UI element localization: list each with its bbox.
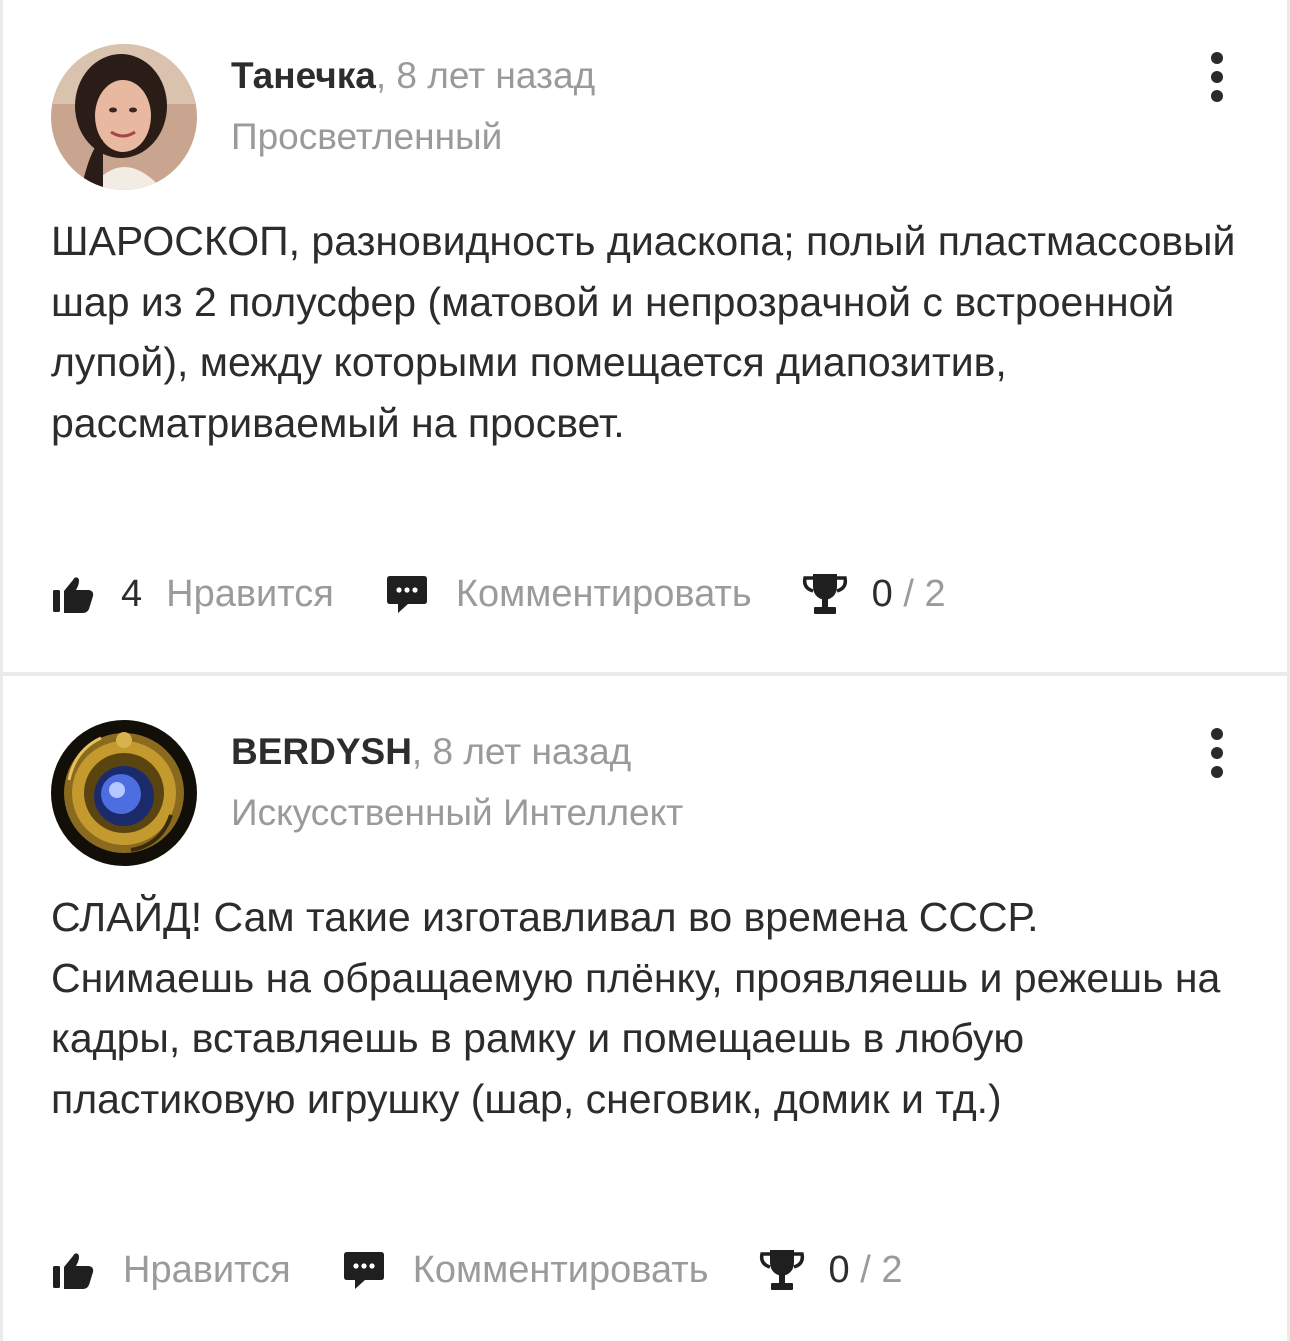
comment-label: Комментировать — [455, 572, 752, 615]
comment-bubble-icon — [386, 574, 428, 614]
comment-button[interactable]: Комментировать — [386, 573, 752, 616]
author-name[interactable]: Танечка — [231, 55, 376, 96]
answer-card: BERDYSH, 8 лет назад Искусственный Интел… — [3, 676, 1287, 1341]
author-meta: BERDYSH, 8 лет назад Искусственный Интел… — [231, 728, 683, 837]
thumbs-up-icon — [51, 1250, 95, 1290]
comment-label: Комментировать — [412, 1248, 709, 1291]
action-bar: 4 Нравится Комментировать 0 / 2 — [51, 566, 946, 622]
award-button[interactable]: 0 / 2 — [757, 1248, 903, 1292]
author-meta: Танечка, 8 лет назад Просветленный — [231, 52, 595, 161]
trophy-icon — [757, 1248, 807, 1292]
answer-text: ШАРОСКОП, разновидность диаскопа; полый … — [51, 218, 1236, 446]
more-vertical-icon[interactable] — [1202, 728, 1232, 778]
post-time: , 8 лет назад — [375, 55, 596, 96]
trophy-icon — [800, 572, 850, 616]
award-button[interactable]: 0 / 2 — [800, 572, 946, 616]
author-rank: Просветленный — [231, 116, 503, 157]
comment-button[interactable]: Комментировать — [343, 1249, 709, 1292]
answer-card: Танечка, 8 лет назад Просветленный ШАРОС… — [3, 0, 1287, 672]
thumbs-up-icon — [51, 574, 95, 614]
comment-bubble-icon — [343, 1250, 385, 1290]
like-button[interactable]: Нравится — [51, 1249, 291, 1292]
post-time: , 8 лет назад — [411, 731, 632, 772]
more-vertical-icon[interactable] — [1202, 52, 1232, 102]
like-label: Нравится — [123, 1248, 291, 1291]
author-name[interactable]: BERDYSH — [231, 731, 412, 772]
author-rank: Искусственный Интеллект — [231, 792, 684, 833]
action-bar: Нравится Комментировать 0 / 2 — [51, 1242, 902, 1298]
like-button[interactable]: 4 Нравится — [51, 573, 334, 616]
answer-text: СЛАЙД! Сам такие изготавливал во времена… — [51, 894, 1221, 1122]
avatar[interactable] — [51, 44, 197, 190]
award-score: 0 / 2 — [828, 1248, 903, 1291]
like-count: 4 — [121, 572, 143, 615]
answers-feed: Танечка, 8 лет назад Просветленный ШАРОС… — [3, 0, 1287, 1341]
like-label: Нравится — [166, 572, 334, 615]
award-score: 0 / 2 — [871, 572, 946, 615]
avatar[interactable] — [51, 720, 197, 866]
